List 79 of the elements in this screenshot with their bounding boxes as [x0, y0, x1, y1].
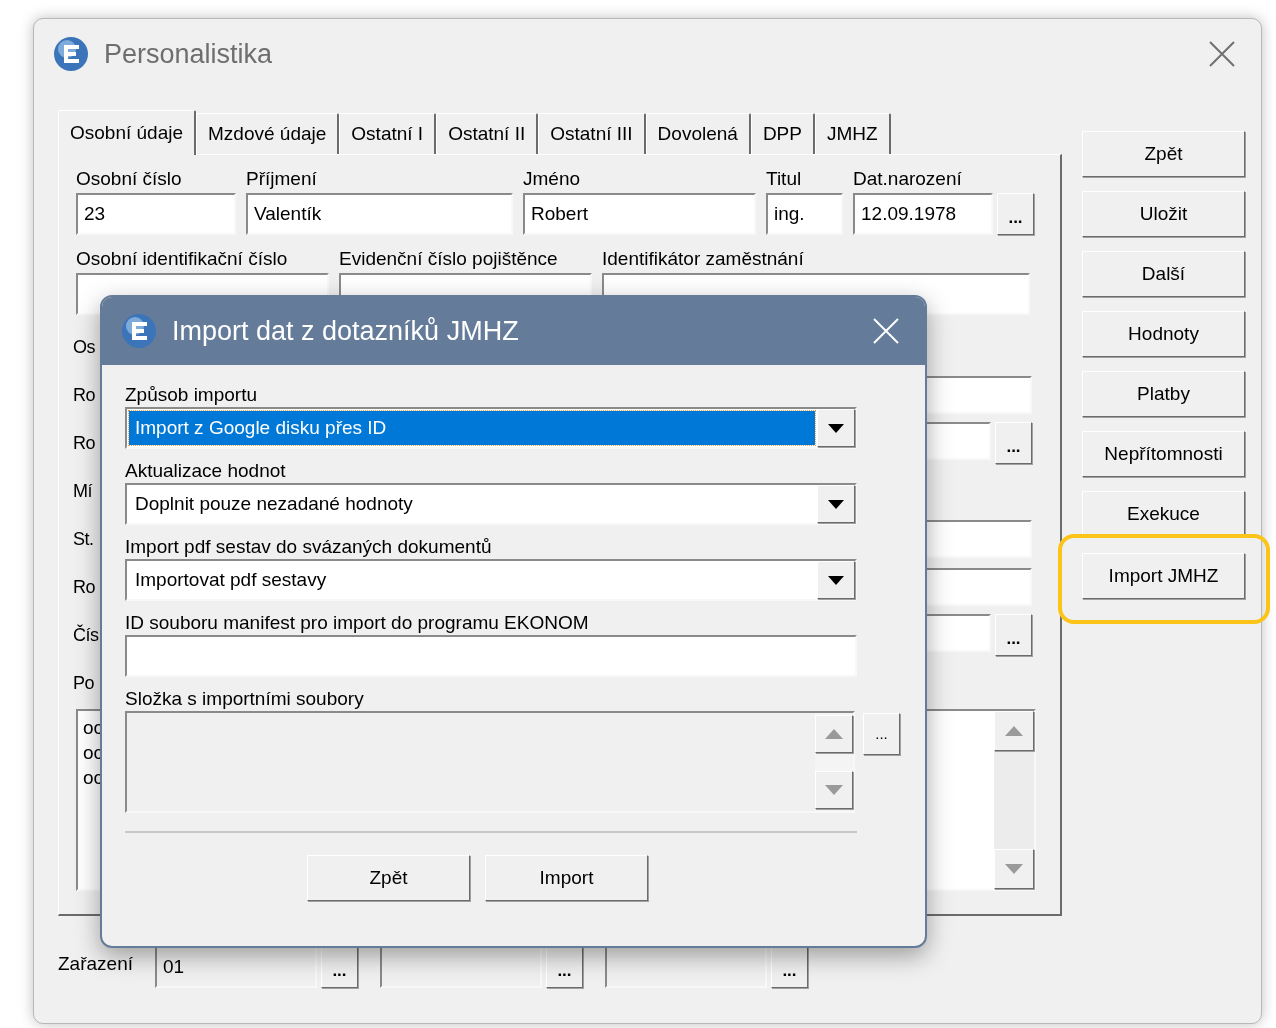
dialog-button[interactable]: Import — [485, 855, 648, 901]
field-label: Jméno — [523, 167, 582, 191]
scroll-up-button[interactable] — [994, 711, 1034, 751]
field-label: Osobní číslo — [76, 167, 183, 191]
app-logo-icon — [52, 35, 90, 73]
close-icon[interactable] — [1209, 41, 1235, 67]
folder-list[interactable] — [125, 711, 855, 813]
input-field[interactable]: ing. — [766, 193, 843, 235]
browse-button[interactable]: ... — [995, 422, 1032, 464]
side-button[interactable]: Nepřítomnosti — [1082, 431, 1245, 477]
input-field[interactable]: Valentík — [246, 193, 513, 235]
field-label: Mí — [73, 479, 92, 503]
side-button[interactable]: Import JMHZ — [1082, 553, 1245, 599]
caret-icon — [1005, 864, 1023, 874]
caret-icon — [828, 423, 844, 433]
side-button[interactable]: Další — [1082, 251, 1245, 297]
caret-icon — [1005, 726, 1023, 736]
side-button[interactable]: Zpět — [1082, 131, 1245, 177]
field-label: Os — [73, 335, 95, 359]
field-label: Ro — [73, 575, 95, 599]
dialog-button[interactable]: Zpět — [307, 855, 470, 901]
field-label: ID souboru manifest pro import do programu EKONOM — [125, 611, 590, 635]
tab[interactable]: Mzdové údaje — [196, 113, 340, 154]
field-label: Titul — [766, 167, 803, 191]
browse-button[interactable]: ... — [997, 193, 1034, 235]
field-label: Aktualizace hodnot — [125, 459, 287, 483]
app-logo-icon — [120, 312, 158, 350]
input-field[interactable]: 23 — [76, 193, 236, 235]
browse-button[interactable]: ... — [321, 946, 358, 988]
dropdown[interactable]: Doplnit pouze nezadané hodnoty — [125, 483, 857, 525]
field-label: Osobní identifikační číslo — [76, 247, 289, 271]
dropdown-value: Doplnit pouze nezadané hodnoty — [135, 491, 413, 516]
dropdown-value: Importovat pdf sestavy — [135, 567, 327, 592]
tab[interactable]: Osobní údaje — [58, 110, 197, 155]
field-label: Ro — [73, 431, 95, 455]
dialog-title: Import dat z dotazníků JMHZ — [172, 314, 519, 348]
scroll-up-button[interactable] — [815, 715, 853, 753]
field-label: Způsob importu — [125, 383, 258, 407]
scroll-down-button[interactable] — [994, 849, 1034, 889]
input-field[interactable] — [605, 946, 767, 988]
dropdown[interactable]: Import z Google disku přes ID — [125, 407, 857, 449]
side-button[interactable]: Uložit — [1082, 191, 1245, 237]
tab[interactable]: Ostatní I — [339, 113, 437, 154]
tab[interactable]: DPP — [750, 113, 815, 154]
caret-icon — [828, 499, 844, 509]
browse-button[interactable]: ... — [771, 946, 808, 988]
tab[interactable]: Dovolená — [645, 113, 751, 154]
field-label: Ro — [73, 383, 95, 407]
field-label: St. — [73, 527, 94, 551]
field-label: Zařazení — [58, 952, 133, 976]
input-field[interactable]: 12.09.1978 — [853, 193, 993, 235]
dropdown[interactable]: Importovat pdf sestavy — [125, 559, 857, 601]
field-label: Dat.narození — [853, 167, 963, 191]
side-button[interactable]: Hodnoty — [1082, 311, 1245, 357]
side-button[interactable]: Exekuce — [1082, 491, 1245, 537]
caret-icon — [825, 785, 843, 795]
tab[interactable]: Ostatní III — [538, 113, 646, 154]
dropdown-value: Import z Google disku přes ID — [135, 415, 387, 440]
caret-icon — [825, 729, 843, 739]
field-label: Evidenční číslo pojištěnce — [339, 247, 559, 271]
input-field[interactable]: Robert — [523, 193, 756, 235]
input-field[interactable]: 01 — [155, 946, 317, 988]
side-button[interactable]: Platby — [1082, 371, 1245, 417]
field-label: Čís — [73, 623, 99, 647]
field-label: Po — [73, 671, 95, 695]
field-label: Identifikátor zaměstnání — [602, 247, 805, 271]
field-label: Složka s importními soubory — [125, 687, 365, 711]
browse-button[interactable]: ... — [863, 713, 900, 755]
window-title: Personalistika — [104, 37, 273, 71]
tab[interactable]: JMHZ — [814, 113, 891, 154]
browse-button[interactable]: ... — [995, 614, 1032, 656]
tab[interactable]: Ostatní II — [436, 113, 539, 154]
field-label: Import pdf sestav do svázaných dokumentů — [125, 535, 493, 559]
field-label: Příjmení — [246, 167, 318, 191]
input-field[interactable] — [380, 946, 542, 988]
input-field[interactable] — [125, 635, 857, 677]
caret-icon — [828, 575, 844, 585]
scroll-down-button[interactable] — [815, 771, 853, 809]
browse-button[interactable]: ... — [546, 946, 583, 988]
